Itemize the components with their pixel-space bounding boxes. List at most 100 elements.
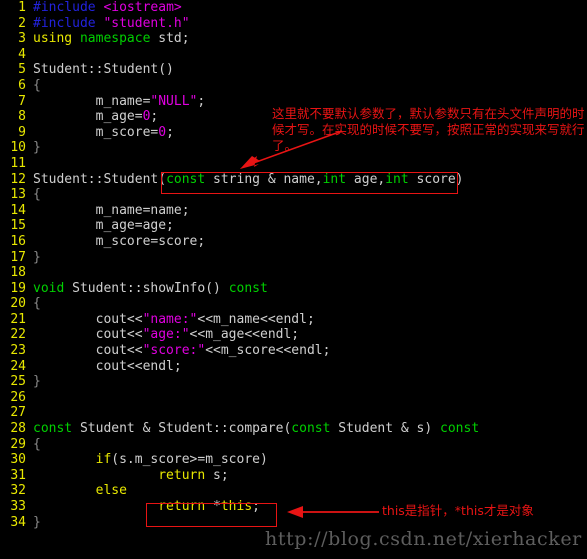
code-token: age,	[346, 171, 386, 187]
code-line: 6{	[0, 78, 587, 94]
code-token: Student & Student::compare(	[72, 421, 292, 437]
line-number: 31	[10, 467, 26, 483]
code-token: <<m_score<<endl;	[205, 343, 331, 359]
code-token: const	[291, 421, 331, 437]
code-line: 13 {	[0, 187, 587, 203]
code-line: 27	[0, 405, 587, 421]
code-token: }	[33, 249, 41, 265]
line-number: 23	[10, 343, 26, 359]
code-token: <iostream>	[103, 0, 182, 15]
code-token: const	[440, 421, 480, 437]
code-line: 20 {	[0, 296, 587, 312]
code-line: 18	[0, 265, 587, 281]
code-token: namespace	[79, 31, 151, 47]
line-number: 13	[10, 187, 26, 203]
code-token: m_score=	[33, 124, 159, 140]
code-line: 17}	[0, 250, 587, 266]
code-token: else	[95, 483, 127, 499]
code-token: return	[158, 499, 206, 514]
code-token: "NULL"	[150, 93, 198, 109]
annotation-default-parameter-note: 这里就不要默认参数了，默认参数只有在头文件声明的时候才写。在实现的时候不要写，按…	[272, 106, 585, 153]
code-token: const	[33, 421, 73, 437]
code-token: m_age=age;	[33, 218, 174, 234]
code-token: <<m_age<<endl;	[189, 327, 300, 343]
line-number: 3	[18, 31, 26, 47]
code-token: ;	[197, 93, 206, 109]
code-line: 5 Student::Student()	[0, 62, 587, 78]
line-number: 22	[10, 327, 26, 343]
code-token: cout<<	[33, 311, 143, 327]
code-token: this	[220, 499, 253, 514]
code-line: 30 if(s.m_score>=m_score)	[0, 452, 587, 468]
line-number: 19	[10, 280, 26, 296]
annotation-this-pointer-note: this是指针，*this才是对象	[382, 503, 534, 518]
watermark-url: http://blog.csdn.net/xierhacker	[265, 528, 582, 550]
line-number: 6	[18, 77, 26, 93]
code-line: 23 cout<<"score:"<<m_score<<endl;	[0, 343, 587, 359]
code-token: #include	[33, 15, 104, 31]
line-number: 14	[10, 202, 26, 218]
line-number: 18	[10, 265, 26, 281]
code-line: 21 cout<<"name:"<<m_name<<endl;	[0, 312, 587, 328]
code-token: #include	[33, 0, 104, 15]
code-token: Student::showInfo()	[64, 280, 229, 296]
line-number: 20	[10, 296, 26, 312]
code-line: 24 cout<<endl;	[0, 359, 587, 375]
code-line: 16 m_score=score;	[0, 234, 587, 250]
code-token: int	[385, 171, 409, 187]
code-token: m_name=	[33, 93, 151, 109]
code-token: s;	[205, 467, 229, 483]
line-number: 28	[10, 421, 26, 437]
line-number: 1	[18, 0, 26, 15]
code-line: 26	[0, 390, 587, 406]
code-editor-screenshot: 1 #include <iostream> 2 #include "student.h…	[0, 0, 587, 559]
code-token: using	[33, 31, 80, 47]
code-token: "age:"	[142, 327, 190, 343]
code-token: cout<<	[33, 343, 143, 359]
code-line: 32 else	[0, 483, 587, 499]
code-token: Student::Student()	[33, 62, 174, 78]
code-token: ;	[150, 109, 159, 125]
code-token: if	[95, 452, 112, 468]
code-line: 22 cout<<"age:"<<m_age<<endl;	[0, 327, 587, 343]
line-number: 29	[10, 436, 26, 452]
line-number: 34	[10, 514, 26, 530]
code-token: const	[166, 171, 206, 187]
code-token: *	[205, 499, 221, 514]
line-number: 9	[18, 124, 26, 140]
code-line: 14 m_name=name;	[0, 203, 587, 219]
code-line: 31 return s;	[0, 468, 587, 484]
line-number: 32	[10, 483, 26, 499]
code-token: cout<<	[33, 327, 143, 343]
code-line: 4	[0, 47, 587, 63]
code-token: ;	[166, 124, 174, 140]
code-token: "name:"	[142, 311, 198, 327]
code-token: ;	[252, 499, 260, 514]
code-line: 2 #include "student.h"	[0, 16, 587, 32]
line-number: 15	[10, 218, 26, 234]
code-token: "score:"	[142, 343, 206, 359]
line-number: 12	[10, 171, 26, 187]
line-number: 25	[10, 374, 26, 390]
line-number: 21	[10, 311, 26, 327]
code-token: {	[33, 296, 41, 312]
code-token: 0	[158, 124, 167, 140]
line-number: 7	[18, 93, 26, 109]
code-token: Student::Student(	[33, 171, 167, 187]
code-token: (s.m_score>=m_score)	[111, 452, 268, 468]
code-token: {	[33, 187, 41, 203]
line-number: 30	[10, 452, 26, 468]
line-number: 33	[10, 499, 26, 514]
code-line: 28 const Student & Student::compare(const…	[0, 421, 587, 437]
code-token: Student & s)	[330, 421, 441, 437]
code-line: 19 void Student::showInfo() const	[0, 281, 587, 297]
code-token: m_score=score;	[33, 233, 206, 249]
line-number: 2	[18, 15, 26, 31]
code-line: 1 #include <iostream>	[0, 0, 587, 16]
code-token: }	[33, 514, 41, 530]
code-token: }	[33, 140, 41, 156]
line-number: 10	[10, 140, 26, 156]
